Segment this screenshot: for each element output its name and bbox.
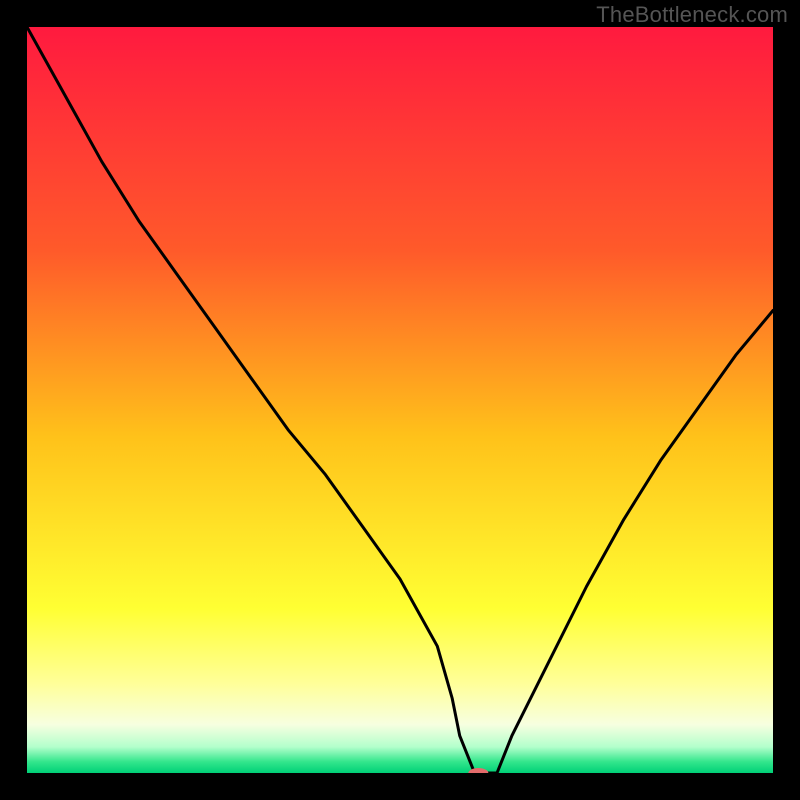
gradient-background (27, 27, 773, 773)
chart-svg (27, 27, 773, 773)
chart-frame: TheBottleneck.com (0, 0, 800, 800)
bottleneck-chart (27, 27, 773, 773)
watermark-text: TheBottleneck.com (596, 2, 788, 28)
